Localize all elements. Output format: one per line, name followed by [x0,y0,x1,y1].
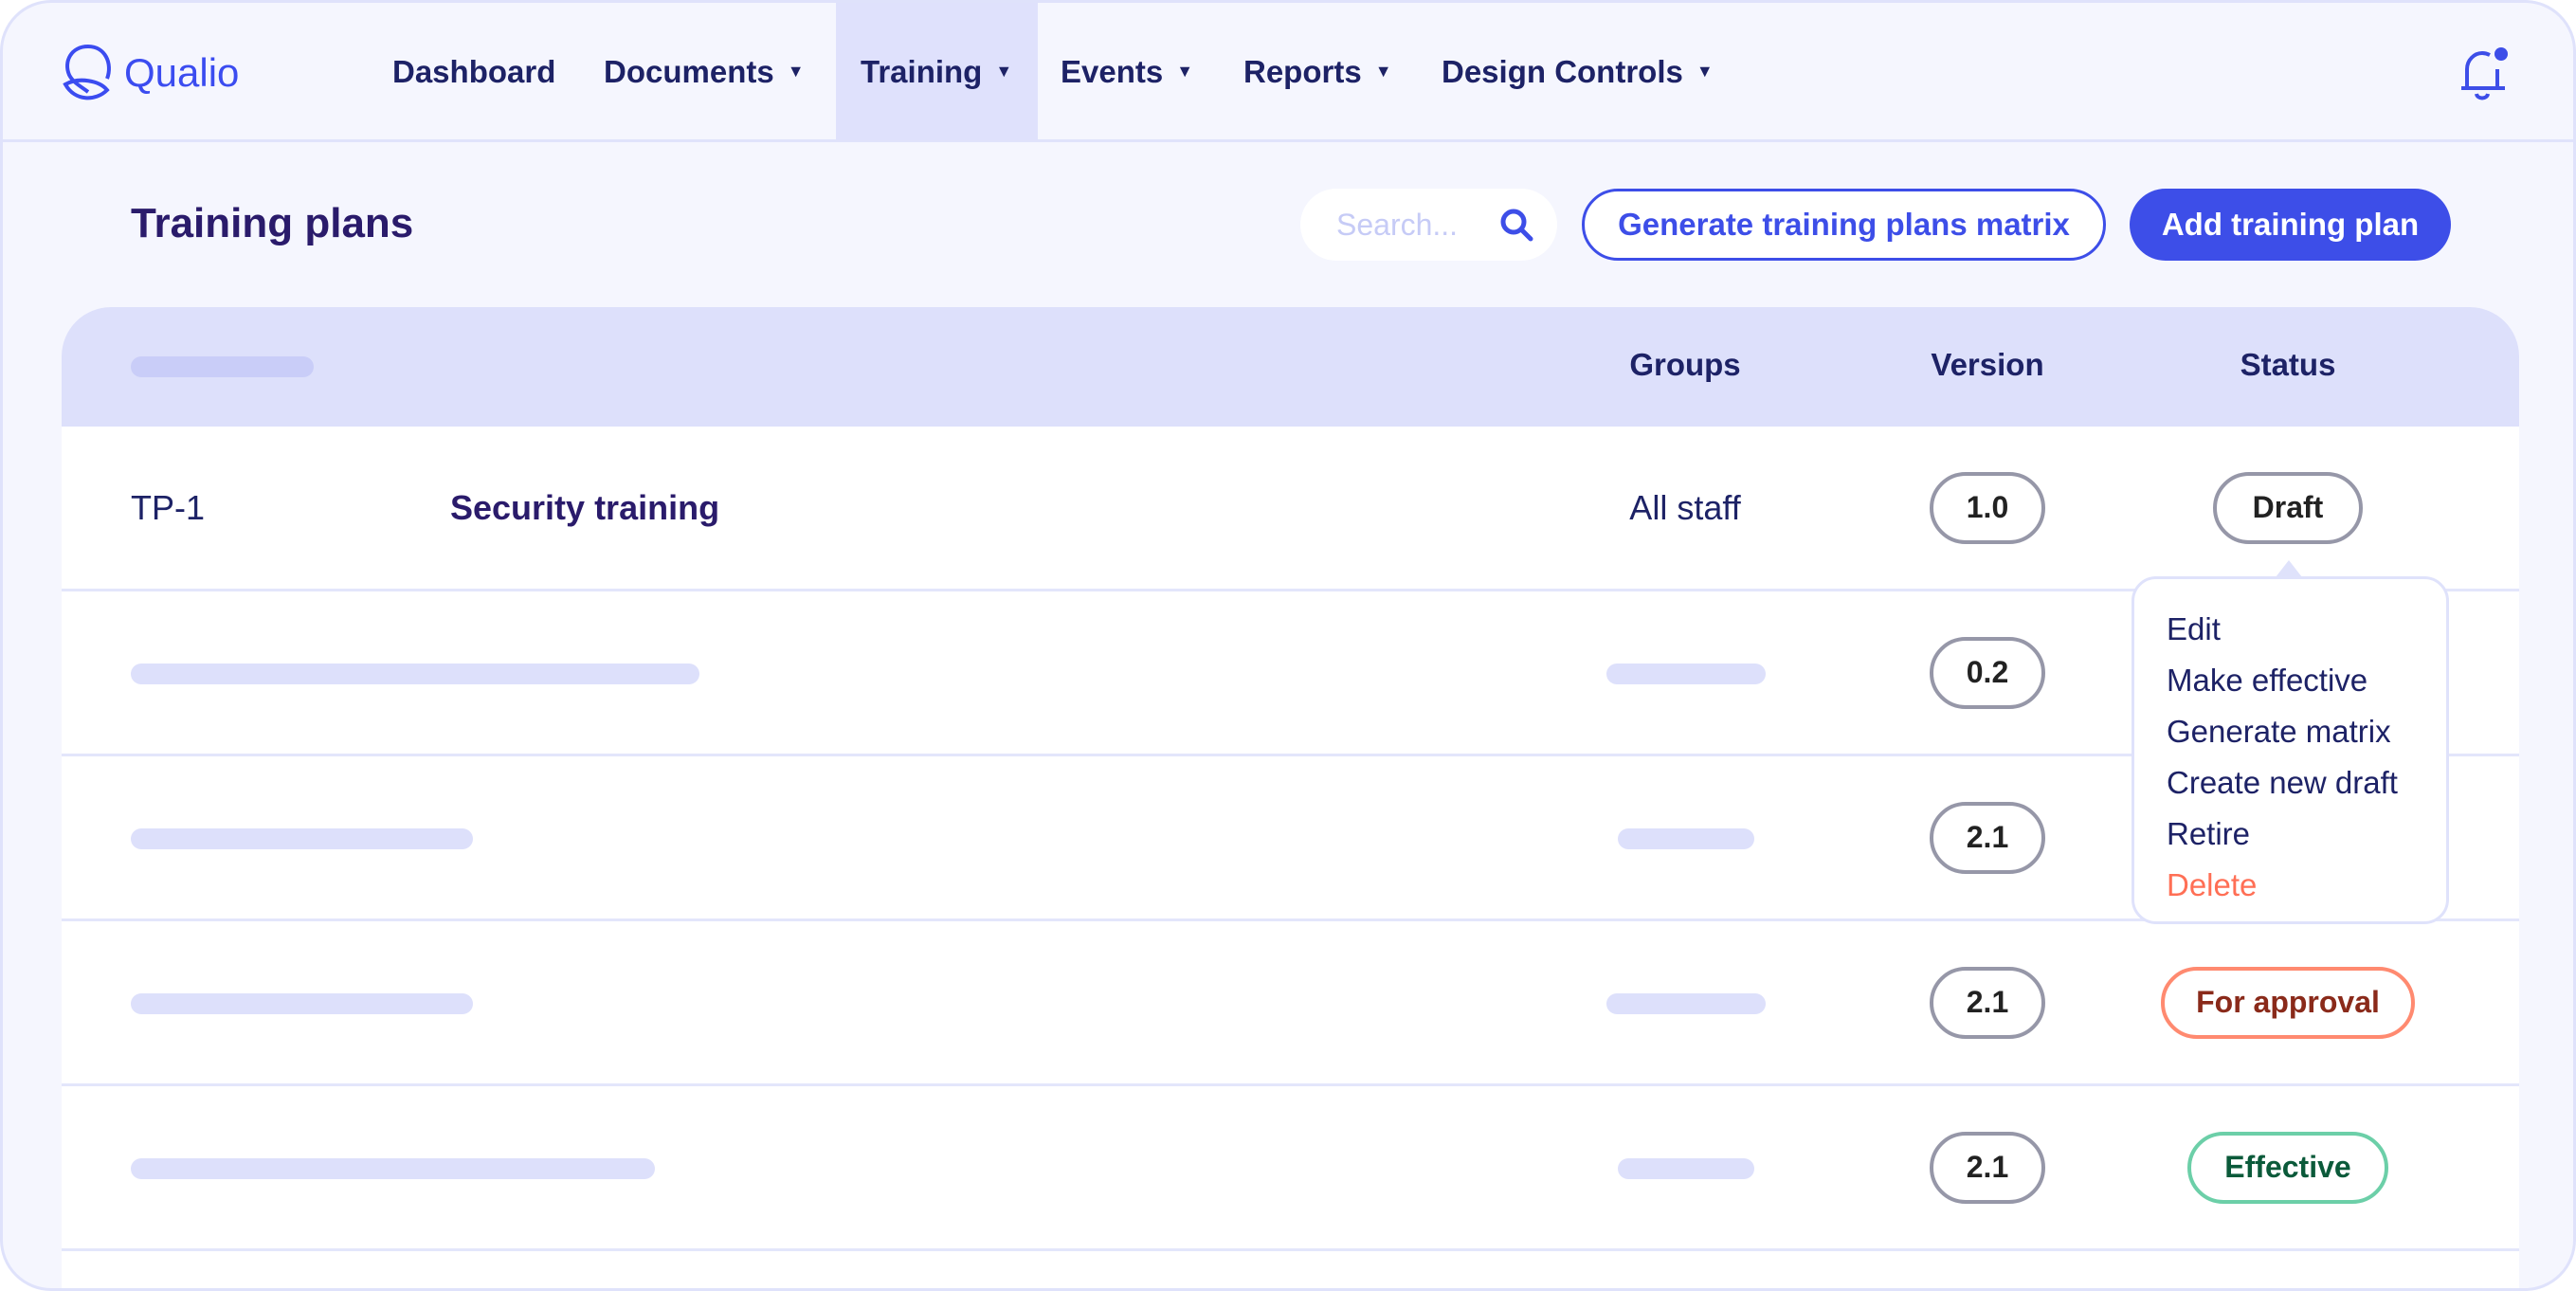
header-status[interactable]: Status [2240,347,2336,383]
nav-label: Events [1061,53,1164,89]
nav-reports[interactable]: Reports ▼ [1243,3,1392,140]
caret-down-icon: ▼ [1176,62,1194,81]
search-input[interactable] [1336,207,1497,243]
header-placeholder [131,356,314,377]
name-placeholder [131,993,473,1014]
version-badge: 0.2 [1930,636,2045,709]
version-badge: 2.1 [1930,1131,2045,1204]
qualio-logo-icon [63,45,111,100]
nav-documents[interactable]: Documents ▼ [604,3,805,140]
menu-item-retire[interactable]: Retire [2167,809,2446,860]
top-nav: Qualio Dashboard Documents ▼ Training ▼ Ev… [3,3,2573,142]
header-version[interactable]: Version [1931,347,2043,383]
nav-label: Dashboard [392,53,556,89]
name-placeholder [131,664,699,684]
plan-id: TP-1 [131,487,206,527]
add-training-plan-button[interactable]: Add training plan [2130,189,2451,261]
search-box[interactable] [1300,189,1557,261]
status-badge-effective[interactable]: Effective [2187,1131,2388,1204]
version-badge: 1.0 [1930,471,2045,544]
menu-item-generate-matrix[interactable]: Generate matrix [2167,706,2446,757]
version-badge: 2.1 [1930,801,2045,874]
generate-matrix-button[interactable]: Generate training plans matrix [1582,189,2106,261]
nav-label: Training [861,53,983,89]
caret-down-icon: ▼ [1374,62,1392,81]
table-row[interactable]: 2.1 For approval [62,921,2519,1086]
name-placeholder [131,828,473,849]
menu-item-create-new-draft[interactable]: Create new draft [2167,757,2446,809]
nav-dashboard[interactable]: Dashboard [392,3,555,140]
app-window: Qualio Dashboard Documents ▼ Training ▼ Ev… [0,0,2576,1291]
page-title: Training plans [131,200,414,246]
menu-item-delete[interactable]: Delete [2167,860,2446,911]
menu-item-edit[interactable]: Edit [2167,604,2446,655]
plan-name[interactable]: Security training [450,488,719,528]
brand-name: Qualio [124,50,240,95]
caret-down-icon: ▼ [995,62,1013,81]
table-header: Groups Version Status [62,307,2519,427]
logo[interactable]: Qualio [62,43,239,103]
status-badge-draft[interactable]: Draft [2213,471,2363,544]
nav-label: Reports [1243,53,1362,89]
nav-design-controls[interactable]: Design Controls ▼ [1442,3,1714,140]
caret-down-icon: ▼ [787,62,805,81]
status-actions-menu: Edit Make effective Generate matrix Crea… [2132,576,2449,924]
menu-item-make-effective[interactable]: Make effective [2167,655,2446,706]
nav-training[interactable]: Training ▼ [836,3,1038,140]
groups-placeholder [1618,828,1754,849]
groups-placeholder [1606,664,1766,684]
table-row[interactable]: 2.1 Effective [62,1086,2519,1251]
groups-placeholder [1606,993,1766,1014]
nav-label: Design Controls [1442,53,1683,89]
status-badge-for-approval[interactable]: For approval [2161,966,2415,1039]
menu-pointer [2276,560,2302,577]
search-icon[interactable] [1498,207,1534,243]
nav-events[interactable]: Events ▼ [1061,3,1193,140]
caret-down-icon: ▼ [1696,62,1714,81]
notification-bell-icon[interactable] [2454,43,2514,105]
header-groups[interactable]: Groups [1629,347,1740,383]
groups-placeholder [1618,1158,1754,1179]
name-placeholder [131,1158,655,1179]
plan-groups: All staff [1629,487,1741,527]
nav-label: Documents [604,53,774,89]
table-row[interactable]: TP-1 Security training All staff 1.0 Dra… [62,427,2519,591]
version-badge: 2.1 [1930,966,2045,1039]
